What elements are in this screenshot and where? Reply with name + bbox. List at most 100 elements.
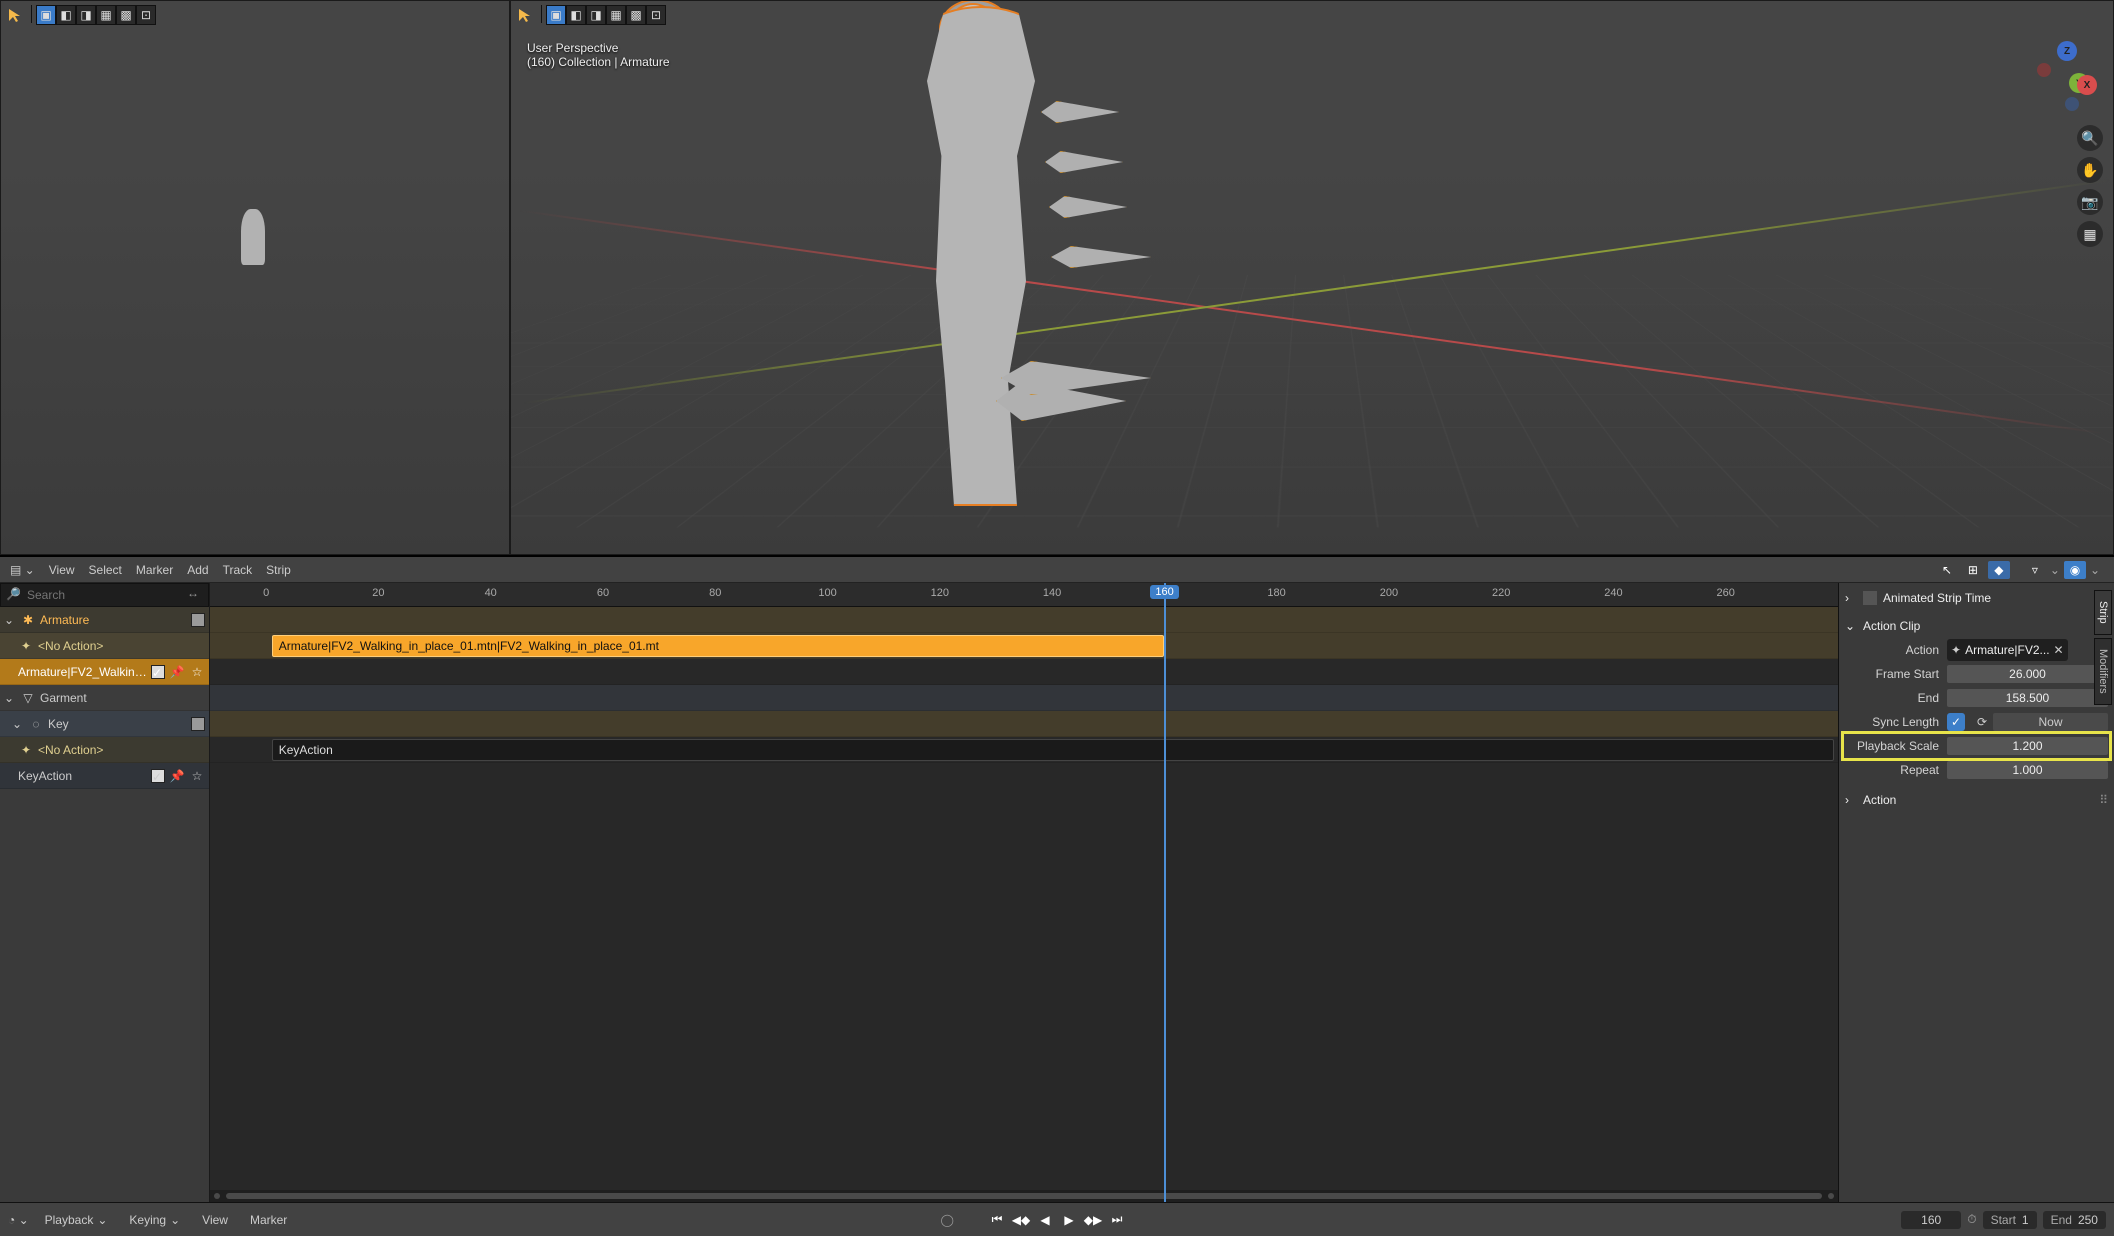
track-row[interactable] [210,711,1838,737]
select-mode3-icon[interactable]: ◨ [76,5,96,25]
tree-item-garment[interactable]: ⌄ ▽ Garment [0,685,209,711]
search-input[interactable] [0,583,209,607]
footer-view-menu[interactable]: View [196,1211,234,1229]
clear-x-icon[interactable]: ✕ [2054,643,2064,657]
select-mode4-icon[interactable]: ▦ [96,5,116,25]
frame-start-control[interactable]: Start 1 [1983,1211,2037,1229]
nla-strip-keyaction[interactable]: KeyAction [272,739,1834,761]
tree-item-keyaction[interactable]: KeyAction ✓ 📌 ☆ [0,763,209,789]
select-mode5-icon[interactable]: ▩ [116,5,136,25]
track-row[interactable]: KeyAction [210,737,1838,763]
menu-add[interactable]: Add [187,563,208,577]
repeat-input[interactable]: 1.000 [1947,761,2108,779]
panel-action[interactable]: › Action ⠿ [1845,789,2108,811]
menu-view[interactable]: View [49,563,75,577]
select-mode4-icon[interactable]: ▦ [606,5,626,25]
footer-marker-menu[interactable]: Marker [244,1211,293,1229]
chevron-down-icon[interactable]: ⌄ [12,717,24,731]
panel-animated-strip-time[interactable]: › Animated Strip Time [1845,587,2108,609]
playback-dropdown[interactable]: Playback⌄ [39,1211,114,1229]
timeline-ruler[interactable]: 020406080100120140160180200220240260 [210,583,1838,607]
zoom-icon[interactable]: 🔍 [2077,125,2103,151]
keying-dropdown[interactable]: Keying⌄ [123,1211,186,1229]
viewport-right[interactable]: ▣ ◧ ◨ ▦ ▩ ⊡ Options ⌄ User Perspective (… [510,0,2114,555]
select-box-icon[interactable]: ▣ [546,5,566,25]
viewport-left[interactable]: ▣ ◧ ◨ ▦ ▩ ⊡ Options ⌄ [0,0,510,555]
current-frame-input[interactable]: 160 [1901,1211,1961,1229]
playhead[interactable]: 160 [1164,583,1166,1202]
sync-refresh-icon[interactable]: ⟳ [1971,715,1993,729]
chevron-down-icon[interactable]: ⌄ [4,613,16,627]
sync-length-checkbox[interactable]: ✓ [1947,713,1965,731]
select-mode6-icon[interactable]: ⊡ [646,5,666,25]
tree-item-no-action[interactable]: ✦ <No Action> [0,633,209,659]
star-icon[interactable]: ☆ [189,769,205,783]
star-icon[interactable]: ☆ [189,665,205,679]
pan-hand-icon[interactable]: ✋ [2077,157,2103,183]
cursor-icon[interactable] [515,5,535,25]
side-tab-modifiers[interactable]: Modifiers [2094,638,2112,705]
tree-item-strip-selected[interactable]: Armature|FV2_Walking_ir ✓ 📌 ☆ [0,659,209,685]
pin-icon[interactable]: 📌 [169,665,185,679]
filter-icon[interactable]: ▿ [2024,561,2046,579]
visibility-checkbox[interactable] [191,717,205,731]
panel-checkbox[interactable] [1863,591,1877,605]
side-tab-strip[interactable]: Strip [2094,590,2112,635]
menu-marker[interactable]: Marker [136,563,173,577]
axis-z-ball[interactable]: Z [2057,41,2077,61]
pin-icon[interactable]: 📌 [169,769,185,783]
strip-toggle-checkbox[interactable]: ✓ [151,665,165,679]
tree-item-key[interactable]: ⌄ ◌ Key [0,711,209,737]
menu-track[interactable]: Track [223,563,253,577]
track-row[interactable] [210,607,1838,633]
axis-neg-ball[interactable] [2065,97,2079,111]
strip-toggle-checkbox[interactable]: ✓ [151,769,165,783]
axis-neg-ball[interactable] [2037,63,2051,77]
keyframe-next-icon[interactable]: ◆▶ [1082,1209,1104,1231]
select-mode2-icon[interactable]: ◧ [56,5,76,25]
sync-now-button[interactable]: Now [1993,713,2108,731]
frame-start-input[interactable]: 26.000 [1947,665,2108,683]
play-reverse-icon[interactable]: ◀ [1034,1209,1056,1231]
toggle-side-panel-icon[interactable]: ◉ [2064,561,2086,579]
jump-start-icon[interactable]: ⏮ [986,1209,1008,1231]
camera-icon[interactable]: 📷 [2077,189,2103,215]
toggle-snap-icon[interactable]: ⊞ [1962,561,1984,579]
menu-select[interactable]: Select [89,563,122,577]
panel-action-clip[interactable]: ⌄ Action Clip ⠿ [1845,615,2108,637]
tree-item-no-action[interactable]: ✦ <No Action> [0,737,209,763]
editor-type-icon[interactable]: ▤ ⌄ [10,563,35,577]
chevron-right-icon[interactable]: › [1845,793,1857,807]
axis-x-ball[interactable]: X [2077,75,2097,95]
menu-strip[interactable]: Strip [266,563,291,577]
visibility-checkbox[interactable] [191,613,205,627]
action-picker[interactable]: ✦ Armature|FV2... ✕ [1947,639,2068,661]
frame-end-control[interactable]: End 250 [2043,1211,2106,1229]
expand-toggle-icon[interactable]: ↔ [187,586,205,604]
track-row[interactable]: Armature|FV2_Walking_in_place_01.mtn|FV2… [210,633,1838,659]
perspective-grid-icon[interactable]: ▦ [2077,221,2103,247]
chevron-down-icon[interactable]: ⌄ [4,691,16,705]
select-box-icon[interactable]: ▣ [36,5,56,25]
horizontal-scrollbar[interactable] [210,1190,1838,1202]
frame-end-input[interactable]: 158.500 [1947,689,2108,707]
editor-type-icon[interactable]: ◔ ⌄ [8,1213,29,1227]
select-mode2-icon[interactable]: ◧ [566,5,586,25]
toggle-cursor-icon[interactable]: ↖ [1936,561,1958,579]
tree-item-armature[interactable]: ⌄ ✱ Armature [0,607,209,633]
toggle-markers-icon[interactable]: ◆ [1988,561,2010,579]
select-mode6-icon[interactable]: ⊡ [136,5,156,25]
select-mode5-icon[interactable]: ▩ [626,5,646,25]
nav-gizmo[interactable]: Z Y X [2037,41,2097,111]
select-mode3-icon[interactable]: ◨ [586,5,606,25]
use-preview-range-icon[interactable]: ⏱ [1967,1212,1976,1227]
play-icon[interactable]: ▶ [1058,1209,1080,1231]
jump-end-icon[interactable]: ⏭ [1106,1209,1128,1231]
cursor-icon[interactable] [5,5,25,25]
nla-tracks-area[interactable]: 020406080100120140160180200220240260 160… [210,583,1838,1202]
chevron-right-icon[interactable]: › [1845,591,1857,605]
keyframe-prev-icon[interactable]: ◀◆ [1010,1209,1032,1231]
track-row[interactable] [210,685,1838,711]
playback-scale-input[interactable]: 1.200 [1947,737,2108,755]
track-row[interactable] [210,659,1838,685]
